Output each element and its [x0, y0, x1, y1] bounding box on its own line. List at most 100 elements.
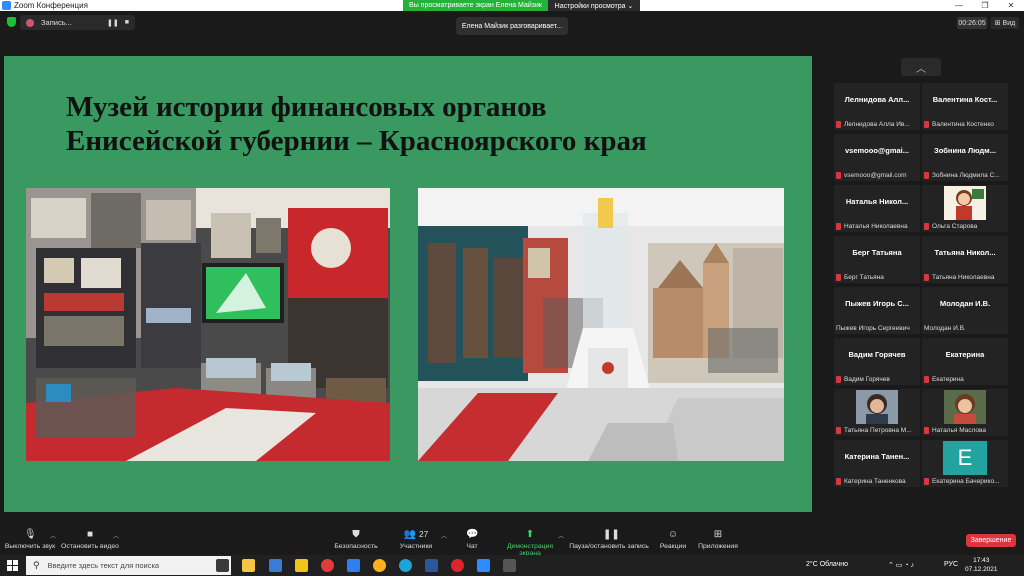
participant-photo — [944, 390, 986, 424]
participant-tile[interactable]: Екатерина Екатерина — [922, 338, 1008, 385]
participant-name: Катерина Танен... — [844, 452, 910, 461]
view-options-button[interactable]: Настройки просмотра ⌄ — [548, 0, 640, 11]
audio-options-caret[interactable]: ︿ — [50, 531, 56, 540]
taskbar-clock[interactable]: 17:43 07.12.2021 — [965, 556, 998, 574]
word-icon[interactable] — [425, 559, 438, 572]
participant-photo — [856, 390, 898, 424]
mail-icon[interactable] — [347, 559, 360, 572]
smiley-plus-icon: ☺ — [667, 529, 679, 540]
participant-label: Екатерина Бачерико... — [932, 478, 1000, 485]
mute-button[interactable]: 🎙 Выключить звук — [4, 527, 56, 553]
edge-browser-icon[interactable] — [399, 559, 412, 572]
search-icon: ⚲ — [33, 560, 40, 570]
museum-photo-left — [26, 188, 390, 461]
reactions-label: Реакции — [659, 543, 687, 550]
opera-browser-icon[interactable] — [451, 559, 464, 572]
participant-label: Наталья Маслова — [932, 427, 987, 434]
participant-tile[interactable]: Ольга Старова — [922, 185, 1008, 232]
stop-video-button[interactable]: ■ Остановить видео — [60, 527, 120, 553]
share-screen-button[interactable]: ⬆ Демонстрация экрана — [496, 527, 564, 557]
participants-button[interactable]: 👥 27 Участники — [396, 527, 436, 553]
participants-caret[interactable]: ︿ — [441, 531, 447, 540]
taskbar-search-box[interactable]: ⚲ Введите здесь текст для поиска — [26, 556, 231, 575]
participant-name: Екатерина — [945, 350, 985, 359]
participants-label: Участники — [399, 543, 433, 550]
reactions-button[interactable]: ☺ Реакции — [658, 527, 688, 553]
maximize-button[interactable]: ❐ — [972, 0, 998, 11]
participant-tile[interactable]: Катерина Танен... Катерина Таненкова — [834, 440, 920, 487]
participant-name: Берг Татьяна — [852, 248, 902, 257]
participant-tile[interactable]: Берг Татьяна Берг Татьяна — [834, 236, 920, 283]
pause-recording-label: Пауза/остановить запись — [569, 543, 649, 550]
participant-label: Вадим Горячев — [844, 376, 890, 383]
participant-tile[interactable]: Лелнидова Алл... Лелнидова Алла Ив... — [834, 83, 920, 130]
minimize-button[interactable]: — — [946, 0, 972, 11]
tray-icons[interactable]: ⌃ ▭ ◔ ♪ — [888, 561, 914, 569]
participant-label: Зобнина Людмила С... — [932, 172, 1000, 179]
participant-letter-avatar: E — [943, 441, 987, 475]
window-controls: — ❐ ✕ — [946, 0, 1024, 11]
participant-label: Ольга Старова — [932, 223, 978, 230]
participant-tile[interactable]: Пыжев Игорь С... Пыжев Игорь Сергеевич — [834, 287, 920, 334]
participant-tile[interactable]: Татьяна Никол... Татьяна Николаевна — [922, 236, 1008, 283]
chat-label: Чат — [466, 543, 478, 550]
chat-bubble-icon: 💬 — [466, 529, 479, 540]
start-button[interactable] — [0, 555, 24, 576]
search-placeholder: Введите здесь текст для поиска — [47, 561, 160, 570]
muted-mic-icon — [924, 172, 929, 179]
security-label: Безопасность — [334, 543, 378, 550]
apps-grid-icon: ⊞ — [713, 529, 723, 540]
yandex-browser-icon[interactable] — [321, 559, 334, 572]
file-explorer-icon[interactable] — [242, 559, 255, 572]
teacher-avatar-icon — [944, 186, 986, 220]
participant-label: Валентина Костенко — [932, 121, 994, 128]
participant-tile[interactable]: vsemooo@gmai... vsemooo@gmail.com — [834, 134, 920, 181]
participant-tile[interactable]: E Екатерина Бачерико... — [922, 440, 1008, 487]
participant-name: Наталья Никол... — [845, 197, 909, 206]
participant-tile[interactable]: Вадим Горячев Вадим Горячев — [834, 338, 920, 385]
folder-icon[interactable] — [295, 559, 308, 572]
participant-name: Зобнина Людм... — [934, 146, 996, 155]
zoom-logo-icon — [2, 1, 11, 10]
search-app-icon[interactable] — [373, 559, 386, 572]
apps-label: Приложения — [698, 543, 738, 550]
recording-indicator: Запись... ❚❚ ■ — [20, 15, 135, 30]
video-options-caret[interactable]: ︿ — [113, 531, 119, 540]
participants-count: 27 — [418, 529, 429, 539]
muted-mic-icon — [924, 478, 929, 485]
apps-button[interactable]: ⊞ Приложения — [697, 527, 739, 553]
chat-button[interactable]: 💬 Чат — [460, 527, 484, 553]
participant-label: Лелнидова Алла Ив... — [844, 121, 910, 128]
weather-widget[interactable]: 2°C Облачно — [806, 561, 848, 568]
end-meeting-button[interactable]: Завершение — [966, 534, 1016, 547]
participant-tile[interactable]: Зобнина Людм... Зобнина Людмила С... — [922, 134, 1008, 181]
pause-recording-icon[interactable]: ❚❚ — [107, 19, 119, 27]
security-button[interactable]: ⛊ Безопасность — [333, 527, 379, 553]
participant-name: Валентина Кост... — [932, 95, 998, 104]
clock-date: 07.12.2021 — [965, 566, 998, 573]
zoom-app-icon[interactable] — [477, 559, 490, 572]
participant-tile[interactable]: Татьяна Петровна М... — [834, 389, 920, 436]
participant-tile[interactable]: Наталья Никол... Наталья Николаевна — [834, 185, 920, 232]
system-tray: 2°C Облачно ⌃ ▭ ◔ ♪ РУС 17:43 07.12.2021 — [770, 555, 1024, 576]
shield-icon[interactable] — [7, 17, 16, 27]
shield-icon: ⛊ — [352, 529, 360, 540]
pause-recording-button[interactable]: ❚❚ Пауза/остановить запись — [568, 527, 650, 553]
participant-tile[interactable]: Наталья Маслова — [922, 389, 1008, 436]
stop-recording-icon[interactable]: ■ — [125, 19, 129, 27]
muted-mic-icon — [836, 427, 841, 434]
monitor-app-icon[interactable] — [503, 559, 516, 572]
participant-tile[interactable]: Молодан И.В. Молодан И.В. — [922, 287, 1008, 334]
close-button[interactable]: ✕ — [998, 0, 1024, 11]
participant-label: Катерина Таненкова — [844, 478, 906, 485]
participant-label: Татьяна Петровна М... — [844, 427, 912, 434]
store-icon[interactable] — [269, 559, 282, 572]
participant-tile[interactable]: Валентина Кост... Валентина Костенко — [922, 83, 1008, 130]
muted-mic-icon — [836, 274, 841, 281]
task-view-icon[interactable] — [216, 559, 229, 572]
share-options-caret[interactable]: ︿ — [558, 531, 564, 540]
view-button[interactable]: ⊞ Вид — [991, 17, 1019, 29]
gallery-scroll-up-button[interactable]: ︿ — [901, 58, 941, 76]
shared-screen-slide: Музей истории финансовых органов Енисейс… — [4, 56, 812, 512]
input-language[interactable]: РУС — [944, 561, 958, 568]
